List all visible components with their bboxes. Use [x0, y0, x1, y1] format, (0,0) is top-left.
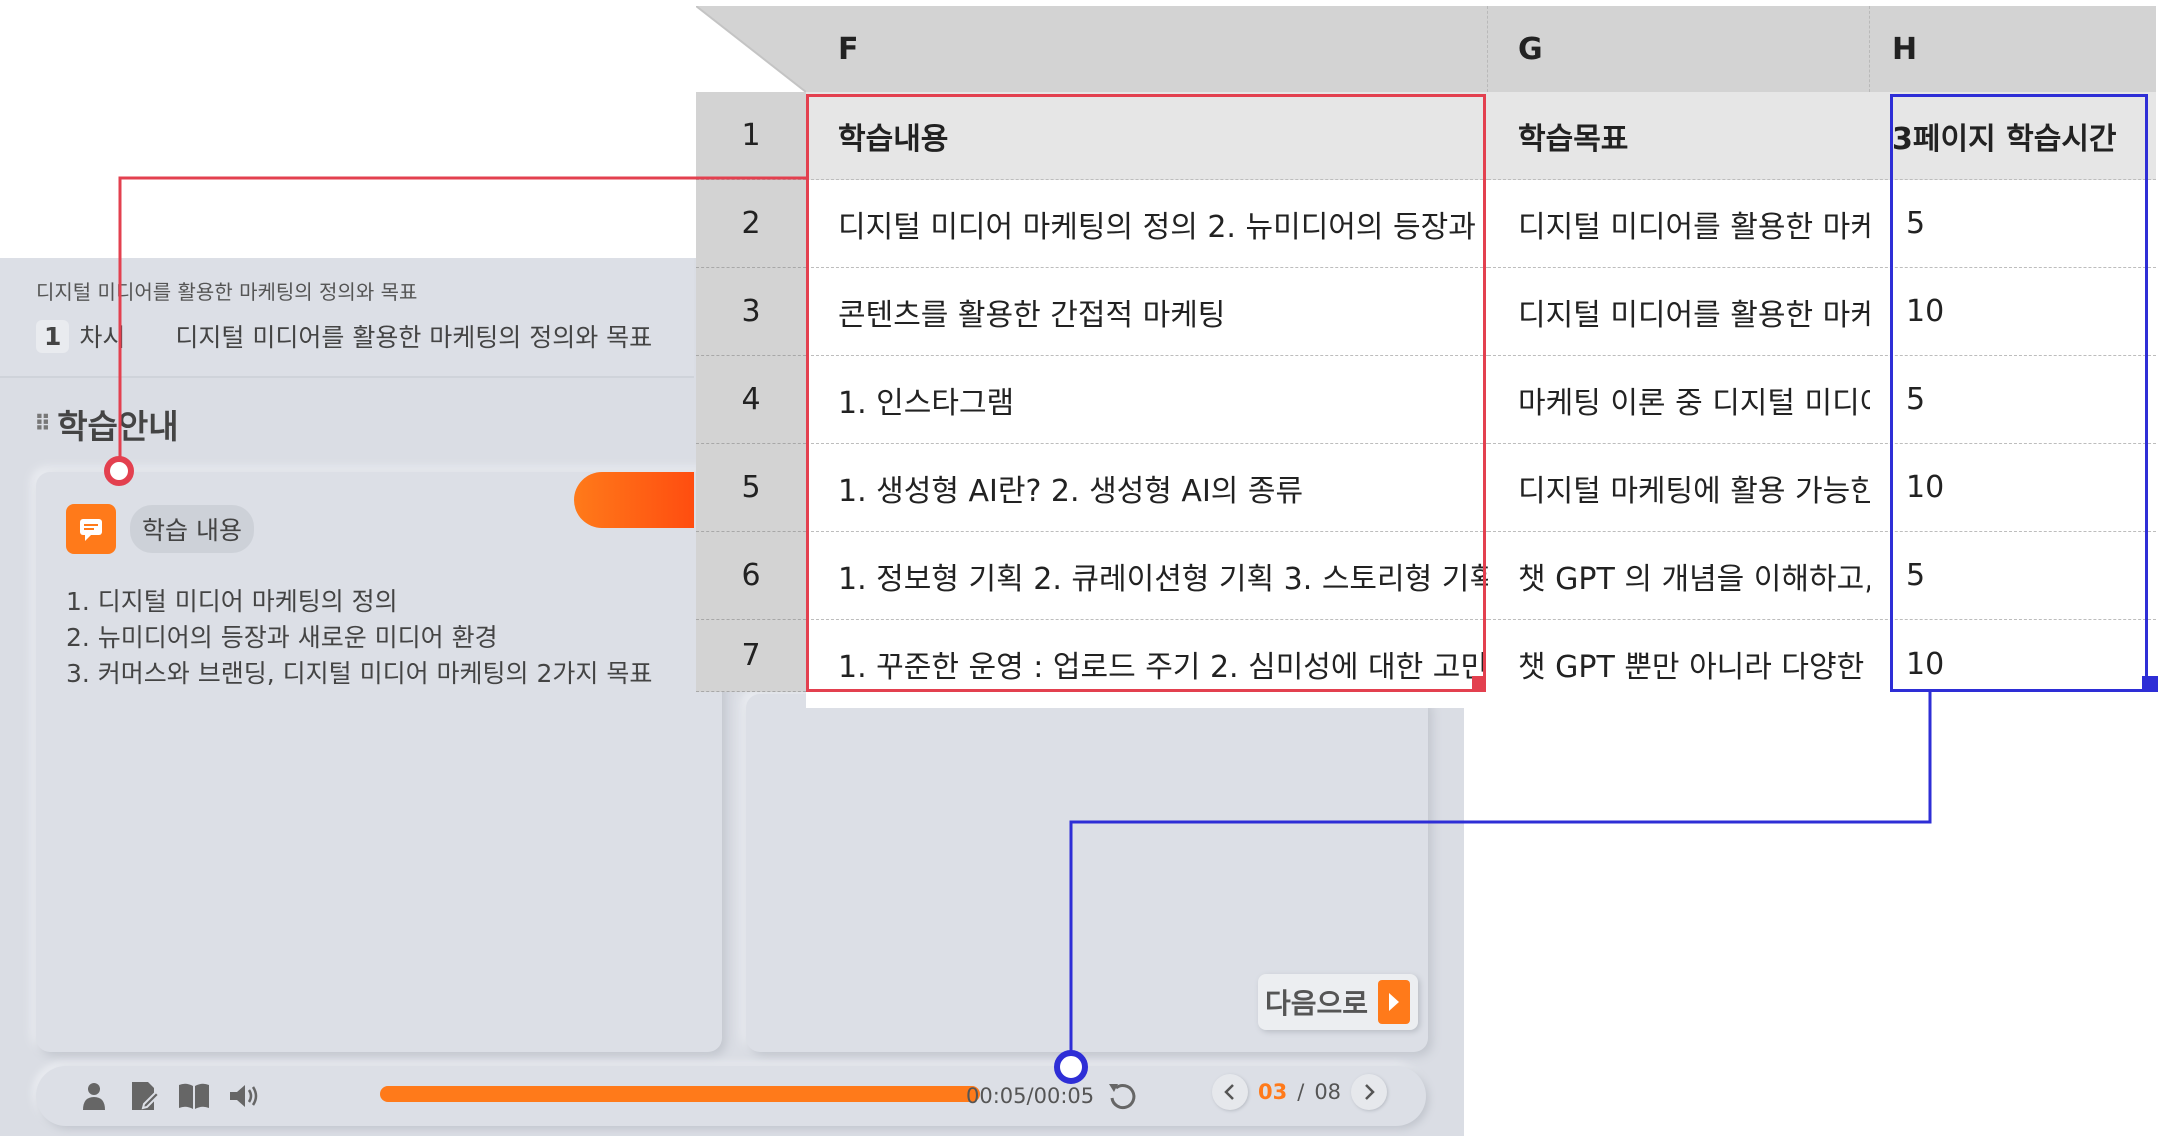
connector-red — [118, 176, 806, 468]
connector-lines — [118, 176, 1932, 1060]
marker-dot-red — [104, 456, 134, 486]
marker-dot-blue — [1054, 1050, 1088, 1084]
connector-blue — [1069, 692, 1932, 1060]
